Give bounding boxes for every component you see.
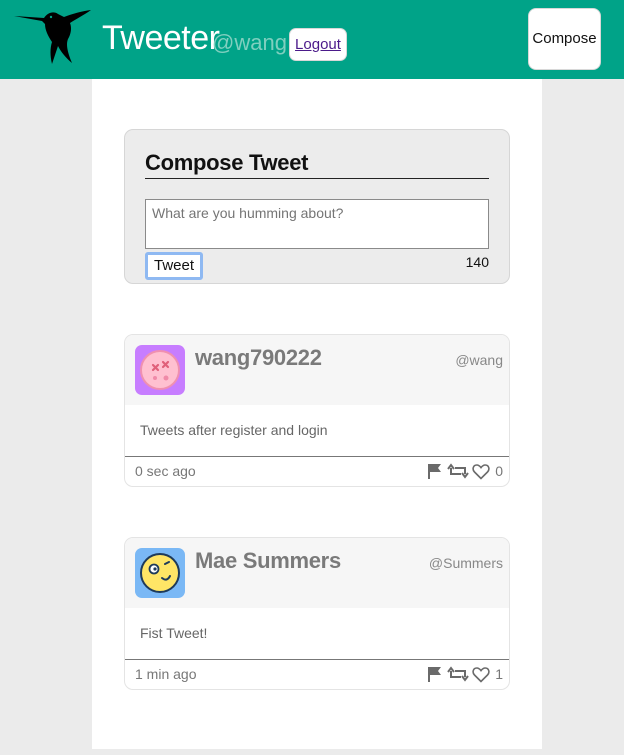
flag-icon[interactable] <box>426 665 444 683</box>
avatar <box>135 548 185 598</box>
top-bar: Tweeter @wang Logout Compose <box>0 0 624 79</box>
tweet-author-name: wang790222 <box>195 345 322 370</box>
tweet-footer: 1 min ago 1 <box>125 659 509 689</box>
tweet-author-handle: @wang <box>455 352 503 368</box>
heart-icon[interactable] <box>472 463 490 480</box>
hummingbird-logo-icon <box>14 10 91 64</box>
tweet-timestamp: 0 sec ago <box>135 463 196 479</box>
tweet-button[interactable]: Tweet <box>145 252 203 280</box>
tweet-footer: 0 sec ago 0 <box>125 456 509 486</box>
retweet-icon[interactable] <box>447 462 470 480</box>
tweet-actions: 1 <box>426 664 503 684</box>
compose-tweet-panel: Compose Tweet Tweet 140 <box>124 129 510 284</box>
tweet-header: wang790222 @wang <box>125 335 509 405</box>
tweet-author-handle: @Summers <box>428 555 503 571</box>
compose-button[interactable]: Compose <box>528 8 601 70</box>
avatar <box>135 345 185 395</box>
avatar-image-icon <box>135 548 185 598</box>
heart-icon[interactable] <box>472 666 490 683</box>
tweet-author-name: Mae Summers <box>195 548 341 573</box>
avatar-image-icon <box>135 345 185 395</box>
like-count: 1 <box>495 666 503 682</box>
main-column: Compose Tweet Tweet 140 wang790222 @wang… <box>92 79 542 749</box>
tweet-input[interactable] <box>145 199 489 249</box>
tweet-text: Tweets after register and login <box>140 422 328 438</box>
compose-heading: Compose Tweet <box>145 150 489 179</box>
tweet-card: wang790222 @wang Tweets after register a… <box>124 334 510 487</box>
tweet-text: Fist Tweet! <box>140 625 208 641</box>
char-counter: 140 <box>465 254 489 270</box>
logout-button[interactable]: Logout <box>289 28 347 61</box>
tweet-timestamp: 1 min ago <box>135 666 197 682</box>
user-handle: @wang <box>212 30 287 55</box>
like-count: 0 <box>495 463 503 479</box>
app-title: Tweeter <box>102 19 220 57</box>
flag-icon[interactable] <box>426 462 444 480</box>
retweet-icon[interactable] <box>447 665 470 683</box>
tweet-card: Mae Summers @Summers Fist Tweet! 1 min a… <box>124 537 510 690</box>
tweet-actions: 0 <box>426 461 503 481</box>
tweet-header: Mae Summers @Summers <box>125 538 509 608</box>
